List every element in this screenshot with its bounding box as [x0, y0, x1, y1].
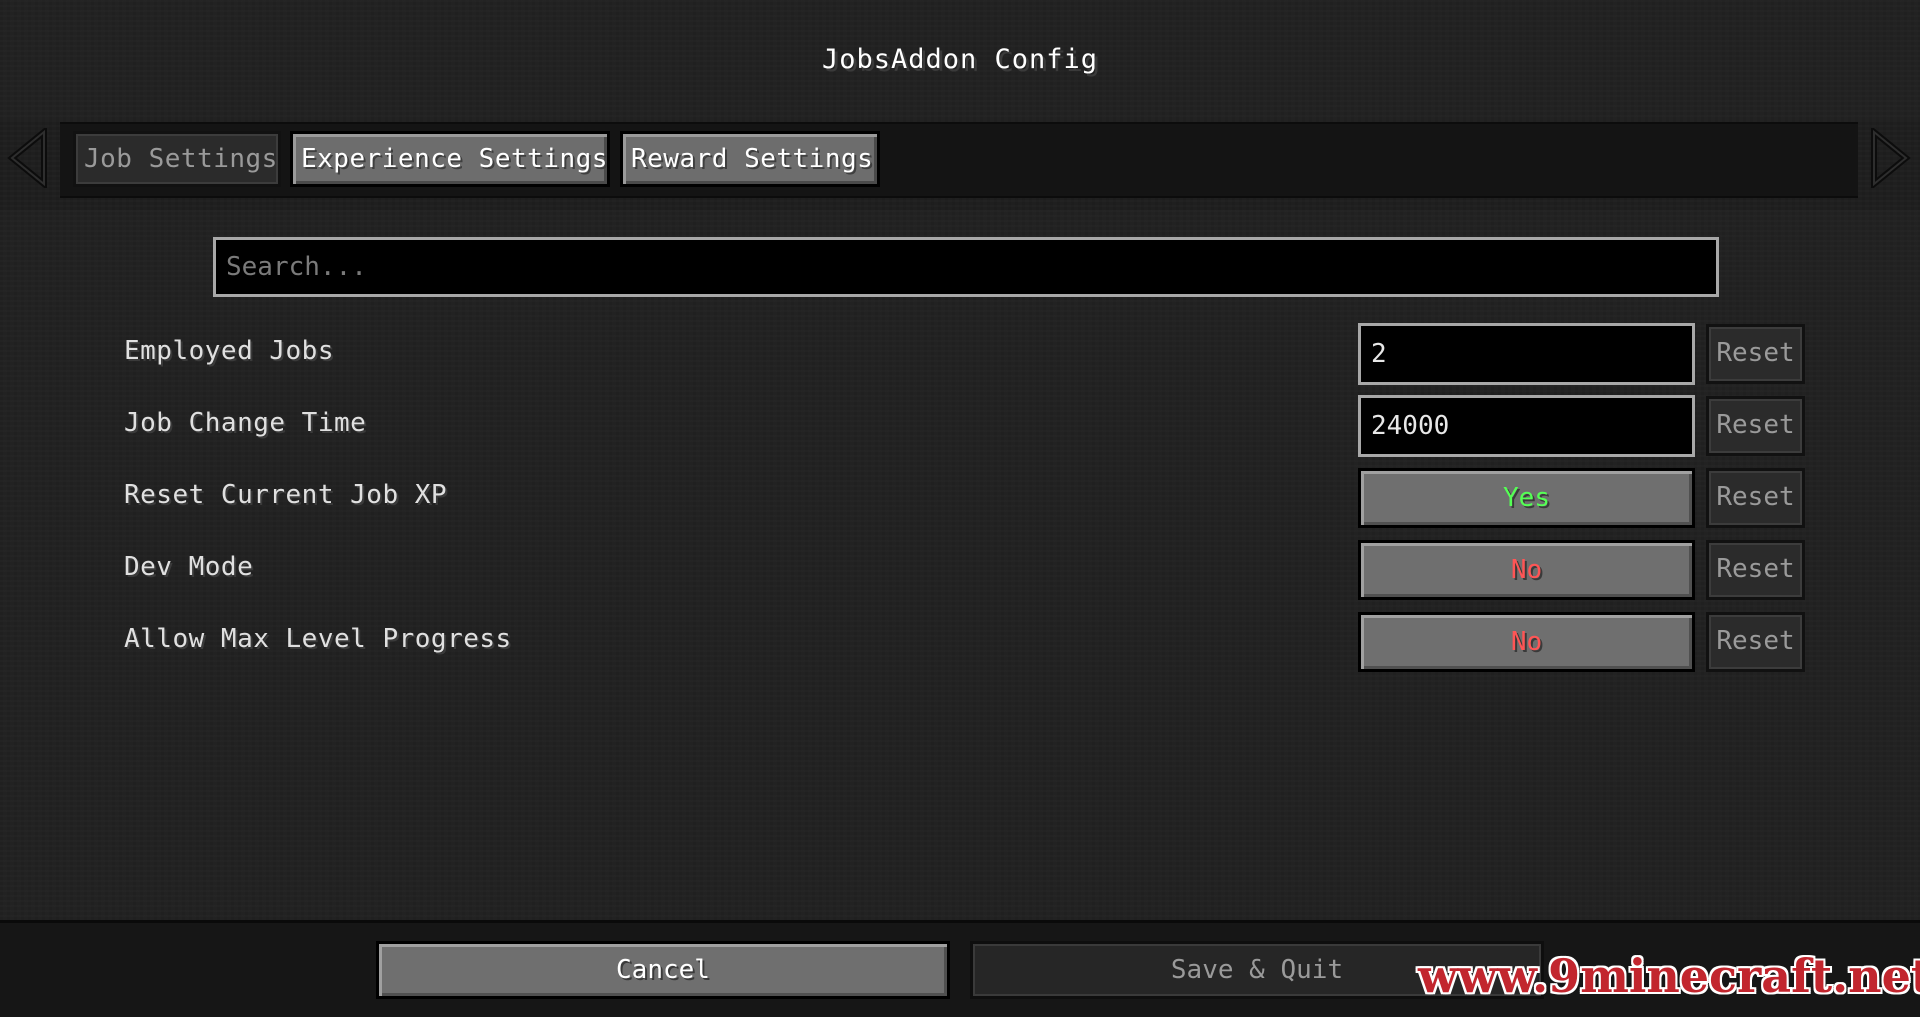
- watermark-logo: www.9minecraft.net: [1418, 949, 1920, 1003]
- reset-button-dev-mode[interactable]: Reset: [1706, 540, 1805, 600]
- setting-label-dev-mode: Dev Mode: [124, 552, 254, 582]
- arrow-left-icon[interactable]: [6, 128, 50, 188]
- dev-mode-toggle[interactable]: No: [1358, 540, 1695, 600]
- config-screen: JobsAddon Config Job Settings Experience…: [0, 0, 1920, 1017]
- arrow-right-icon[interactable]: [1868, 128, 1912, 188]
- search-input[interactable]: [213, 237, 1719, 297]
- reset-button-allow-max-level-progress[interactable]: Reset: [1706, 612, 1805, 672]
- setting-label-employed-jobs: Employed Jobs: [124, 336, 334, 366]
- toggle-value: No: [1510, 555, 1543, 585]
- tab-job-settings[interactable]: Job Settings: [73, 131, 281, 187]
- employed-jobs-field[interactable]: [1358, 323, 1695, 385]
- setting-label-job-change-time: Job Change Time: [124, 408, 367, 438]
- cancel-button[interactable]: Cancel: [376, 941, 950, 999]
- setting-label-reset-current-job-xp: Reset Current Job XP: [124, 480, 448, 510]
- toggle-value: Yes: [1503, 483, 1550, 513]
- reset-button-employed-jobs[interactable]: Reset: [1706, 324, 1805, 384]
- tab-reward-settings[interactable]: Reward Settings: [620, 131, 880, 187]
- allow-max-level-progress-toggle[interactable]: No: [1358, 612, 1695, 672]
- toggle-value: No: [1510, 627, 1543, 657]
- reset-current-job-xp-toggle[interactable]: Yes: [1358, 468, 1695, 528]
- reset-button-reset-current-job-xp[interactable]: Reset: [1706, 468, 1805, 528]
- job-change-time-field[interactable]: [1358, 395, 1695, 457]
- reset-button-job-change-time[interactable]: Reset: [1706, 396, 1805, 456]
- page-title: JobsAddon Config: [821, 44, 1099, 75]
- tab-experience-settings[interactable]: Experience Settings: [290, 131, 610, 187]
- setting-label-allow-max-level-progress: Allow Max Level Progress: [124, 624, 512, 654]
